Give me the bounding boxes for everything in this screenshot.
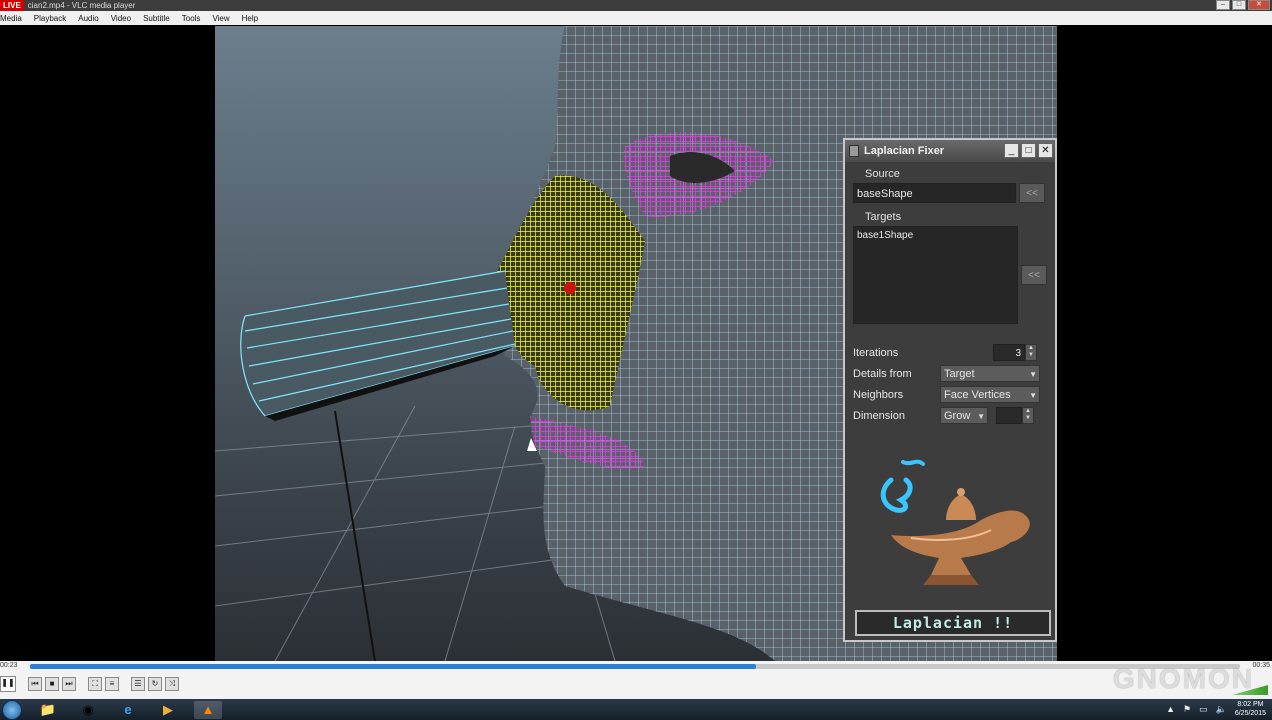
stop-icon[interactable]: ■ — [45, 677, 59, 691]
clock[interactable]: 8:02 PM 6/25/2015 — [1235, 700, 1266, 718]
close-button[interactable]: ✕ — [1248, 0, 1270, 10]
iterations-spinner[interactable]: 3 ▲ ▼ — [993, 344, 1037, 361]
dimension-dropdown[interactable]: Grow ▼ — [940, 407, 988, 424]
pause-icon[interactable]: ❚❚ — [0, 676, 16, 692]
close-button[interactable]: ✕ — [1038, 143, 1053, 158]
details-label: Details from — [853, 367, 912, 380]
clock-date: 6/25/2015 — [1234, 710, 1266, 717]
maximize-button[interactable]: □ — [1232, 0, 1246, 10]
laplacian-title-bar[interactable]: Laplacian Fixer _ □ ✕ — [845, 140, 1055, 162]
laplacian-body: Source baseShape << Targets base1Shape <… — [853, 168, 1051, 426]
laplacian-fixer-window: Laplacian Fixer _ □ ✕ Source baseShape <… — [843, 138, 1057, 642]
internet-explorer-icon[interactable]: e — [114, 701, 142, 719]
laplacian-title: Laplacian Fixer — [864, 145, 945, 157]
volume-icon[interactable]: 🔈 — [1216, 704, 1227, 715]
clock-time: 8:02 PM — [1237, 701, 1264, 708]
dimension-row: Dimension Grow ▼ ▲ ▼ — [853, 405, 1051, 426]
iterations-label: Iterations — [853, 346, 899, 359]
spinner-arrows[interactable]: ▲ ▼ — [1022, 407, 1034, 424]
elapsed-time: 00:23 — [0, 662, 18, 669]
extended-settings-icon[interactable]: ≡ — [105, 677, 119, 691]
neighbors-row: Neighbors Face Vertices ▼ — [853, 384, 1051, 405]
targets-list[interactable]: base1Shape — [853, 226, 1018, 324]
menu-view[interactable]: View — [212, 14, 229, 23]
load-targets-button[interactable]: << — [1021, 265, 1047, 285]
playlist-icon[interactable]: ☰ — [131, 677, 145, 691]
chevron-down-icon: ▼ — [1029, 370, 1037, 379]
gnomon-watermark: GNOMON — [1112, 663, 1254, 694]
window-title: cian2.mp4 - VLC media player — [27, 1, 136, 10]
menu-video[interactable]: Video — [111, 14, 131, 23]
seek-progress — [30, 664, 756, 669]
menu-tools[interactable]: Tools — [182, 14, 201, 23]
neighbors-value: Face Vertices — [944, 389, 1011, 401]
media-player-icon[interactable]: ▶ — [154, 701, 182, 719]
taskbar: 📁 ◉ e ▶ ▲ ▲ ⚑ ▭ 🔈 8:02 PM 6/25/2015 — [0, 699, 1272, 720]
minimize-button[interactable]: _ — [1004, 143, 1019, 158]
chevron-down-icon: ▼ — [1029, 391, 1037, 400]
start-button[interactable] — [2, 699, 22, 720]
laplacian-window-controls: _ □ ✕ — [1004, 143, 1053, 158]
control-buttons: ❚❚ ⏮ ■ ⏭ ⛶ ≡ ☰ ↻ ⤨ — [0, 676, 179, 692]
dimension-spinner-value[interactable] — [996, 407, 1022, 424]
chevron-down-icon: ▼ — [977, 412, 985, 421]
folder-icon[interactable]: 📁 — [34, 701, 62, 719]
neighbors-label: Neighbors — [853, 388, 904, 401]
iterations-value[interactable]: 3 — [993, 344, 1025, 361]
loop-icon[interactable]: ↻ — [148, 677, 162, 691]
menu-subtitle[interactable]: Subtitle — [143, 14, 170, 23]
dimension-value: Grow — [944, 410, 971, 422]
flag-icon[interactable]: ⚑ — [1183, 704, 1191, 715]
next-icon[interactable]: ⏭ — [62, 677, 76, 691]
minimize-button[interactable]: – — [1216, 0, 1230, 10]
show-hidden-icons-icon[interactable]: ▲ — [1166, 704, 1175, 714]
laplacian-run-button[interactable]: Laplacian !! — [855, 610, 1051, 636]
chrome-icon[interactable]: ◉ — [74, 701, 102, 719]
playback-controls: 00:23 00:35 ❚❚ ⏮ ■ ⏭ ⛶ ≡ ☰ ↻ ⤨ GNOMON — [0, 661, 1272, 699]
window-controls: – □ ✕ — [1216, 0, 1270, 10]
shuffle-icon[interactable]: ⤨ — [165, 677, 179, 691]
targets-list-item[interactable]: base1Shape — [857, 230, 1014, 241]
fullscreen-icon[interactable]: ⛶ — [88, 677, 102, 691]
vlc-app: LIVE cian2.mp4 - VLC media player – □ ✕ … — [0, 0, 1272, 720]
menu-playback[interactable]: Playback — [34, 14, 66, 23]
source-label: Source — [865, 168, 900, 180]
app-icon — [849, 145, 859, 157]
spinner-arrows[interactable]: ▲ ▼ — [1025, 344, 1037, 361]
vlc-icon[interactable]: ▲ — [194, 700, 222, 719]
lamp-icon — [880, 459, 1030, 585]
load-source-button[interactable]: << — [1019, 183, 1045, 203]
genie-lamp-logo — [851, 450, 1049, 610]
details-value: Target — [944, 368, 975, 380]
total-time: 00:35 — [1252, 662, 1270, 669]
dimension-label: Dimension — [853, 409, 905, 422]
system-tray: ▲ ⚑ ▭ 🔈 8:02 PM 6/25/2015 — [1166, 700, 1266, 718]
details-dropdown[interactable]: Target ▼ — [940, 365, 1040, 382]
menu-audio[interactable]: Audio — [78, 14, 98, 23]
dimension-spinner[interactable]: ▲ ▼ — [996, 407, 1034, 424]
maximize-button[interactable]: □ — [1021, 143, 1036, 158]
neighbors-dropdown[interactable]: Face Vertices ▼ — [940, 386, 1040, 403]
menu-bar: Media Playback Audio Video Subtitle Tool… — [0, 11, 1272, 25]
menu-help[interactable]: Help — [242, 14, 258, 23]
source-field[interactable]: baseShape — [853, 183, 1016, 203]
previous-icon[interactable]: ⏮ — [28, 677, 42, 691]
live-badge: LIVE — [0, 0, 24, 11]
title-bar: LIVE cian2.mp4 - VLC media player – □ ✕ — [0, 0, 1272, 11]
targets-label: Targets — [865, 211, 902, 223]
iterations-row: Iterations 3 ▲ ▼ — [853, 342, 1051, 363]
menu-media[interactable]: Media — [0, 14, 22, 23]
seek-bar[interactable] — [30, 664, 1240, 669]
details-row: Details from Target ▼ — [853, 363, 1051, 384]
network-icon[interactable]: ▭ — [1199, 704, 1208, 715]
